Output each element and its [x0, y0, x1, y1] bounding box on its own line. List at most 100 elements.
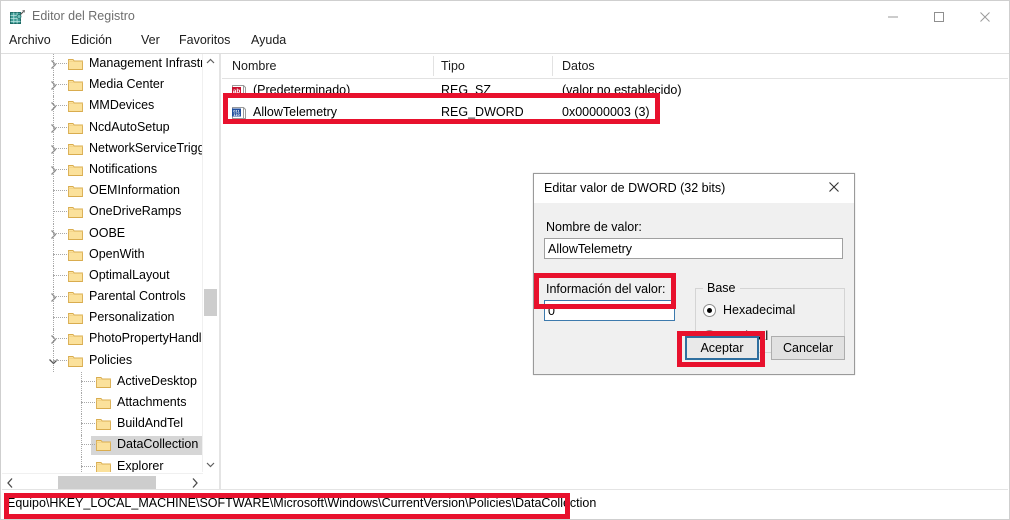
tree-connector: [81, 402, 95, 404]
folder-icon: [68, 248, 84, 262]
folder-icon: [68, 121, 84, 135]
tree-connector: [53, 147, 67, 150]
tree-connector: [53, 105, 67, 107]
tree-item-networkservicetrigg[interactable]: NetworkServiceTrigg: [2, 138, 203, 160]
folder-icon: [68, 184, 84, 198]
pane-splitter[interactable]: [219, 54, 221, 491]
menu-favoritos[interactable]: Favoritos: [179, 33, 230, 47]
registry-editor-window: Editor del Registro Archivo Edición Ver …: [0, 0, 1010, 520]
value-type: REG_DWORD: [441, 105, 524, 119]
menu-bar: Archivo Edición Ver Favoritos Ayuda: [1, 33, 1009, 53]
svg-text:ab: ab: [233, 88, 241, 95]
folder-icon: [96, 375, 112, 389]
value-data-label: Información del valor:: [546, 282, 666, 296]
table-row[interactable]: ab (Predeterminado) REG_SZ (valor no est…: [222, 80, 1008, 102]
minimize-button[interactable]: [870, 1, 916, 32]
tree-item-label: Attachments: [117, 395, 187, 409]
tree-item-parental-controls[interactable]: Parental Controls: [2, 287, 203, 309]
tree-item-label: OneDriveRamps: [89, 204, 182, 219]
tree-connector: [53, 317, 67, 319]
scroll-down-icon[interactable]: [203, 457, 218, 472]
binary-value-icon: 011 110: [231, 105, 247, 121]
tree-item-ncdautosetup[interactable]: NcdAutoSetup: [2, 117, 203, 139]
column-header-tipo[interactable]: Tipo: [441, 59, 465, 73]
base-group-label: Base: [703, 281, 740, 295]
tree-scroll-thumb[interactable]: [204, 289, 217, 316]
tree-item-mmdevices[interactable]: MMDevices: [2, 96, 203, 118]
tree-connector: [53, 274, 67, 277]
tree-item-notifications[interactable]: Notifications: [2, 159, 203, 182]
menu-ver[interactable]: Ver: [141, 33, 160, 47]
value-data-input[interactable]: [544, 300, 675, 321]
tree-item-label: Management Infrastr: [89, 56, 203, 70]
tree-item-management-infrastr[interactable]: Management Infrastr: [2, 54, 203, 76]
table-row[interactable]: 011 110 AllowTelemetry REG_DWORD 0x00000…: [222, 102, 1008, 124]
tree-item-label: PhotoPropertyHandl: [89, 331, 202, 346]
tree-vertical-scrollbar[interactable]: [202, 54, 218, 472]
folder-icon: [68, 332, 84, 346]
radio-hexadecimal-label: Hexadecimal: [723, 303, 796, 317]
folder-icon: [68, 142, 84, 156]
tree-item-activedesktop[interactable]: ActiveDesktop: [2, 371, 203, 393]
value-name-input[interactable]: [544, 238, 843, 259]
tree-item-label: OpenWith: [89, 246, 145, 261]
column-divider-1[interactable]: [433, 56, 434, 76]
tree-item-personalization[interactable]: Personalization: [2, 308, 203, 330]
menu-edicion[interactable]: Edición: [71, 33, 112, 47]
tree-item-oeminformation[interactable]: OEMInformation: [2, 181, 203, 203]
tree-connector: [81, 444, 95, 446]
tree-connector: [53, 296, 67, 298]
menu-ayuda[interactable]: Ayuda: [251, 33, 286, 47]
tree-item-attachments[interactable]: Attachments: [2, 393, 203, 415]
folder-icon: [68, 99, 84, 113]
accept-button[interactable]: Aceptar: [685, 336, 759, 360]
cancel-button[interactable]: Cancelar: [771, 336, 845, 360]
status-bar: Equipo\HKEY_LOCAL_MACHINE\SOFTWARE\Micro…: [2, 489, 1008, 518]
tree-item-explorer[interactable]: Explorer: [2, 456, 203, 472]
tree-item-onedriveramps[interactable]: OneDriveRamps: [2, 202, 203, 224]
tree-item-optimallayout[interactable]: OptimalLayout: [2, 265, 203, 288]
tree-item-buildandtel[interactable]: BuildAndTel: [2, 414, 203, 436]
tree-connector: [81, 380, 95, 383]
tree-hscroll-thumb[interactable]: [58, 476, 156, 490]
tree-item-label: OEMInformation: [89, 183, 181, 198]
svg-text:110: 110: [233, 112, 240, 117]
folder-icon: [96, 396, 112, 410]
tree-item-openwith[interactable]: OpenWith: [2, 244, 203, 266]
tree-item-label: OptimalLayout: [89, 267, 170, 282]
tree-connector: [53, 84, 67, 86]
tree-item-media-center[interactable]: Media Center: [2, 75, 203, 97]
tree-connector: [81, 423, 95, 425]
tree-item-policies[interactable]: Policies: [2, 350, 203, 372]
folder-icon: [96, 417, 112, 431]
close-button[interactable]: [962, 1, 1008, 32]
menu-archivo[interactable]: Archivo: [9, 33, 51, 47]
tree-item-photopropertyhandl[interactable]: PhotoPropertyHandl: [2, 329, 203, 351]
column-header-datos[interactable]: Datos: [562, 59, 595, 73]
tree-item-datacollection[interactable]: DataCollection: [2, 435, 203, 457]
column-header-nombre[interactable]: Nombre: [232, 59, 276, 73]
tree-connector: [53, 359, 67, 362]
tree-item-label: Explorer: [117, 458, 164, 472]
tree-connector: [81, 465, 95, 468]
folder-icon: [68, 205, 84, 219]
tree-item-label: Notifications: [89, 161, 158, 176]
tree-item-label: BuildAndTel: [117, 416, 184, 431]
maximize-icon: [934, 11, 944, 22]
tree-item-label: Parental Controls: [89, 289, 186, 304]
tree-connector: [53, 211, 67, 213]
folder-icon: [68, 57, 84, 71]
tree-connector: [53, 190, 67, 192]
registry-tree[interactable]: Management Infrastr Media Center MMDevices…: [2, 54, 203, 472]
string-value-icon: ab: [231, 83, 247, 99]
folder-icon: [68, 227, 84, 241]
column-divider-2[interactable]: [552, 56, 553, 76]
tree-item-label: Policies: [89, 352, 133, 367]
dialog-close-button[interactable]: [814, 174, 854, 202]
radio-selected-icon: [703, 304, 716, 317]
tree-item-label: Personalization: [89, 310, 175, 325]
maximize-button[interactable]: [916, 1, 962, 32]
tree-item-oobe[interactable]: OOBE: [2, 223, 203, 245]
scroll-up-icon[interactable]: [203, 54, 218, 69]
list-column-headers: Nombre Tipo Datos: [222, 54, 1008, 79]
